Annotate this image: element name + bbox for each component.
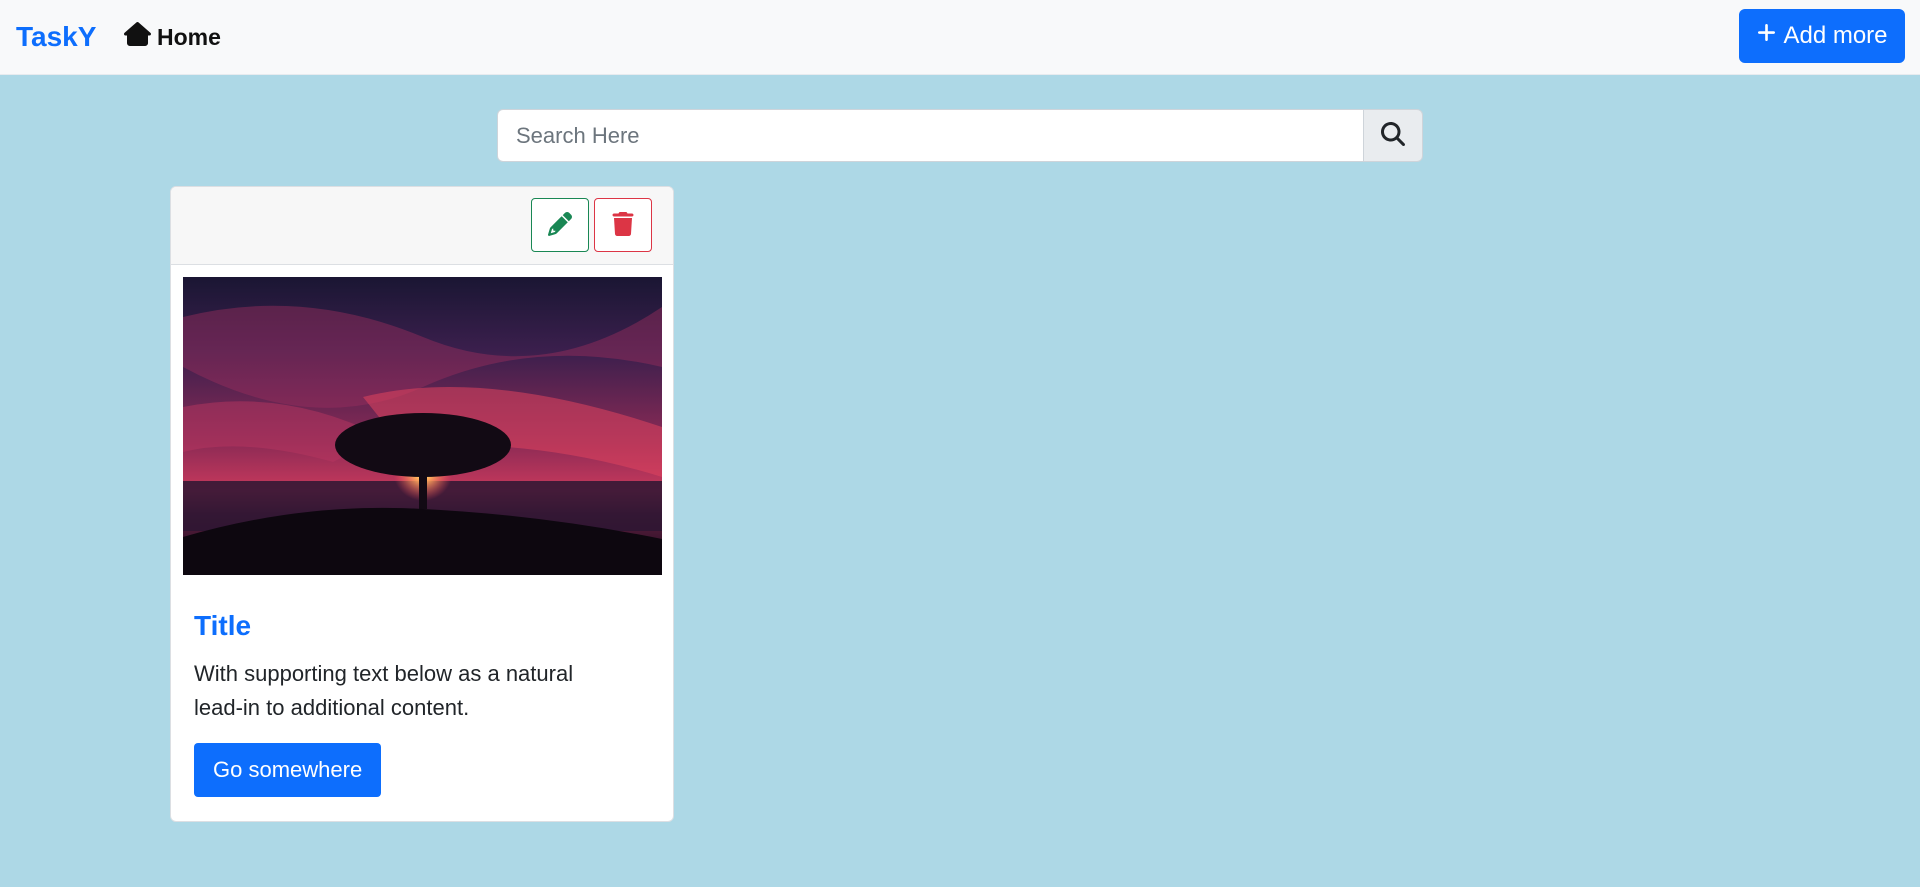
add-more-label: Add more bbox=[1783, 22, 1888, 49]
card-body: Title With supporting text below as a na… bbox=[194, 607, 654, 797]
navbar: TaskY Home Add more bbox=[0, 0, 1920, 75]
task-card: Title With supporting text below as a na… bbox=[170, 186, 674, 822]
card-text: With supporting text below as a natural … bbox=[194, 661, 574, 720]
search-bar bbox=[497, 109, 1423, 162]
delete-button[interactable] bbox=[594, 198, 652, 252]
trash-icon bbox=[611, 211, 635, 239]
search-input[interactable] bbox=[497, 109, 1363, 162]
edit-button[interactable] bbox=[531, 198, 589, 252]
search-icon bbox=[1381, 122, 1405, 149]
nav-home-label: Home bbox=[157, 23, 221, 50]
add-more-button[interactable]: Add more bbox=[1739, 9, 1905, 63]
card-title: Title bbox=[194, 610, 252, 641]
plus-icon bbox=[1756, 22, 1777, 50]
nav-home-link[interactable]: Home bbox=[124, 18, 221, 56]
card-image bbox=[183, 277, 662, 575]
card-header bbox=[171, 187, 673, 265]
go-somewhere-button[interactable]: Go somewhere bbox=[194, 743, 382, 797]
pencil-icon bbox=[548, 211, 572, 239]
home-icon bbox=[124, 22, 151, 52]
brand-logo[interactable]: TaskY bbox=[16, 18, 96, 56]
search-button[interactable] bbox=[1363, 109, 1423, 162]
